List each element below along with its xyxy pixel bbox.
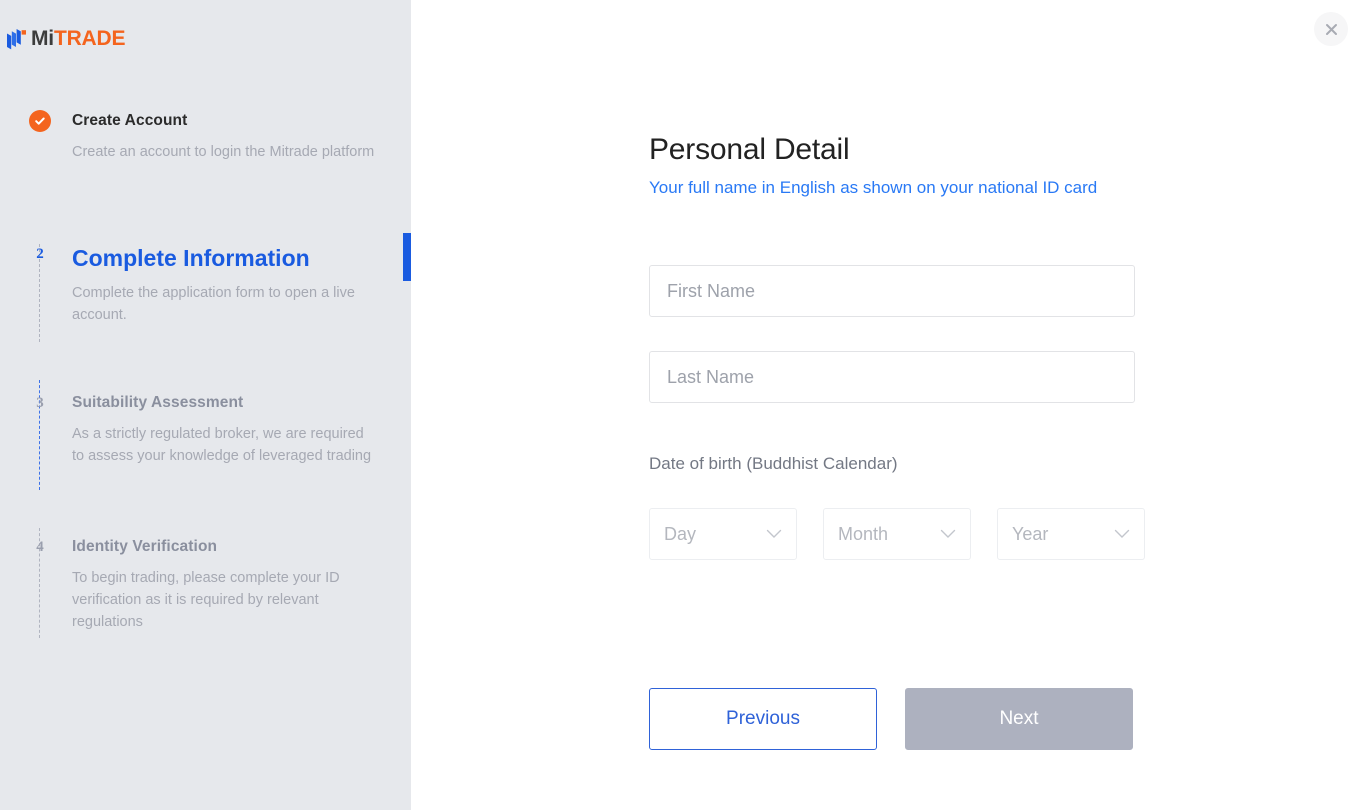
step-3-title: Suitability Assessment	[72, 394, 244, 411]
onboarding-sidebar: MiTRADE Create Account Create an account…	[0, 0, 411, 810]
mitrade-logo-icon	[7, 29, 26, 50]
step-3-marker: 3	[29, 392, 51, 414]
step-1-title: Create Account	[72, 112, 188, 129]
step-1-marker	[29, 110, 51, 132]
registration-page: MiTRADE Create Account Create an account…	[0, 0, 1357, 810]
sidebar-step-create-account[interactable]: Create Account Create an account to logi…	[0, 110, 411, 163]
step-2-number: 2	[36, 246, 44, 262]
dob-month-select[interactable]: Month	[823, 508, 971, 560]
close-button[interactable]	[1314, 12, 1348, 46]
dob-day-select[interactable]: Day	[649, 508, 797, 560]
main-content: Personal Detail Your full name in Englis…	[411, 0, 1357, 810]
step-3-number: 3	[36, 395, 44, 411]
check-icon	[29, 110, 51, 132]
page-title: Personal Detail	[649, 133, 850, 166]
step-4-number: 4	[36, 539, 44, 555]
date-of-birth-selectors: Day Month Year	[649, 508, 1145, 560]
logo-text-mi: Mi	[31, 27, 54, 50]
dob-year-value: Year	[1012, 523, 1049, 544]
date-of-birth-label: Date of birth (Buddhist Calendar)	[649, 454, 898, 473]
sidebar-step-complete-information[interactable]: 2 Complete Information Complete the appl…	[0, 243, 411, 326]
logo-text-trade: TRADE	[53, 27, 126, 50]
form-actions: Previous Next	[649, 688, 1133, 750]
first-name-input[interactable]	[649, 265, 1135, 317]
step-4-description: To begin trading, please complete your I…	[72, 570, 340, 630]
first-name-field-wrap	[649, 265, 1135, 317]
step-2-description: Complete the application form to open a …	[72, 285, 355, 323]
chevron-down-icon	[766, 529, 782, 538]
step-1-description: Create an account to login the Mitrade p…	[72, 144, 375, 160]
dob-day-value: Day	[664, 523, 697, 544]
personal-detail-form: Personal Detail Your full name in Englis…	[649, 130, 1145, 750]
chevron-down-icon	[1114, 529, 1130, 538]
step-2-marker: 2	[29, 243, 51, 265]
last-name-input[interactable]	[649, 351, 1135, 403]
active-step-indicator	[403, 233, 411, 281]
sidebar-step-suitability-assessment[interactable]: 3 Suitability Assessment As a strictly r…	[0, 392, 411, 467]
step-2-title: Complete Information	[72, 245, 310, 271]
step-4-title: Identity Verification	[72, 538, 218, 555]
close-icon	[1325, 23, 1337, 35]
last-name-field-wrap	[649, 351, 1135, 403]
dob-year-select[interactable]: Year	[997, 508, 1145, 560]
dob-month-value: Month	[838, 523, 889, 544]
mitrade-logo: MiTRADE	[5, 25, 125, 53]
previous-button[interactable]: Previous	[649, 688, 877, 750]
page-subtitle: Your full name in English as shown on yo…	[649, 178, 1098, 197]
next-button[interactable]: Next	[905, 688, 1133, 750]
sidebar-step-identity-verification[interactable]: 4 Identity Verification To begin trading…	[0, 536, 411, 633]
chevron-down-icon	[940, 529, 956, 538]
step-3-description: As a strictly regulated broker, we are r…	[72, 426, 372, 464]
step-4-marker: 4	[29, 536, 51, 558]
